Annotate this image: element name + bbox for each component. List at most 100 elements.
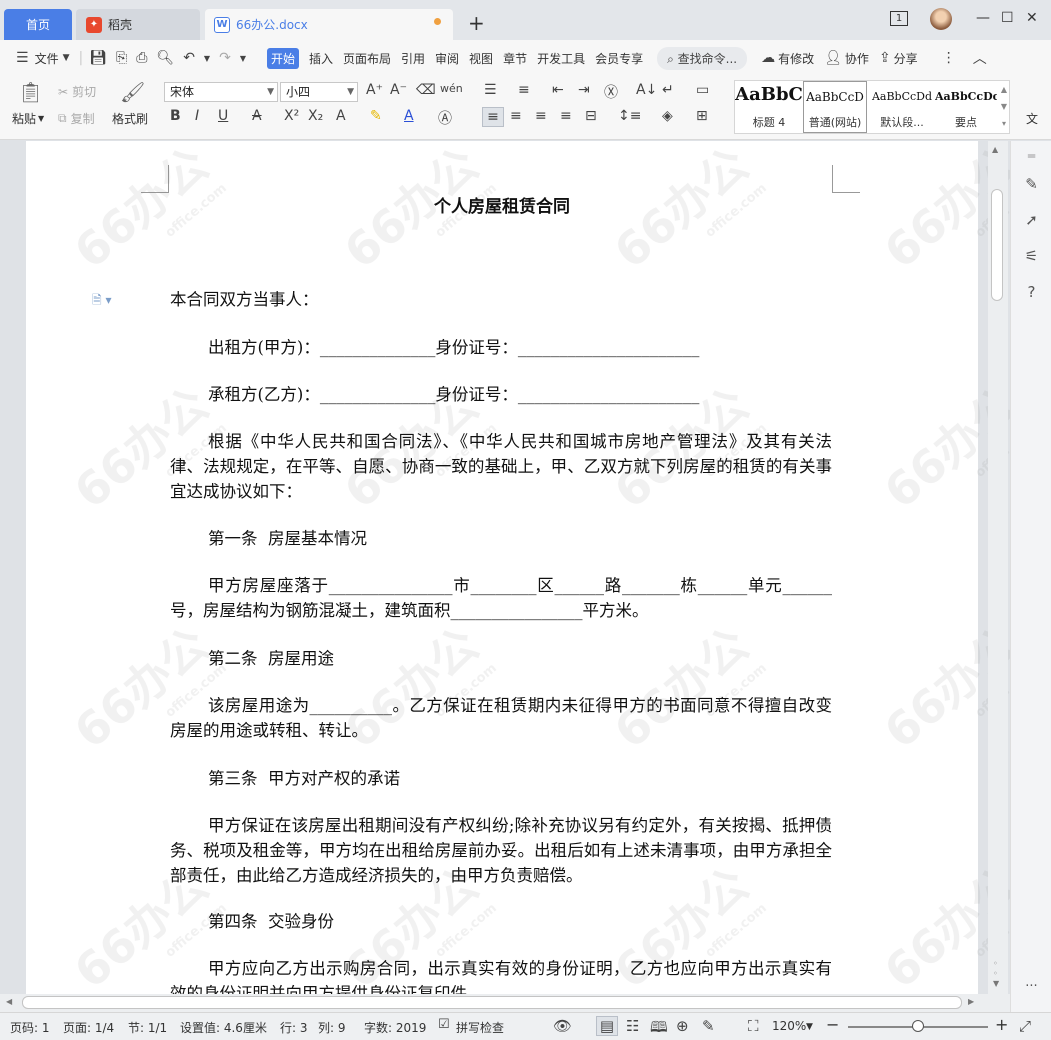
edit-pen-icon[interactable]: ✎	[1011, 175, 1051, 193]
chinese-layout-icon[interactable]: Ⓧ	[604, 82, 618, 102]
paragraph-menu-icon[interactable]: 🗎︎ ▾	[92, 291, 112, 312]
justify-icon[interactable]: ≡	[560, 108, 572, 124]
style-scroll[interactable]: ▲ ▼ ▾	[999, 81, 1009, 133]
tab-daoke[interactable]: ✦ 稻壳	[76, 9, 200, 40]
undo-icon[interactable]: ↶	[183, 50, 195, 66]
line-spacing-icon[interactable]: ↕≡	[618, 108, 641, 124]
shrink-font-icon[interactable]: A⁻	[390, 82, 407, 98]
horizontal-scrollbar[interactable]: ◀ ▶	[0, 994, 1010, 1012]
avatar[interactable]	[930, 8, 952, 30]
style-default-para[interactable]: AaBbCcDd 默认段...	[869, 81, 935, 133]
menu-file[interactable]: 文件	[35, 50, 59, 67]
save-icon[interactable]: 💾︎	[89, 50, 107, 66]
collapse-ribbon-icon[interactable]: ︿	[973, 48, 987, 68]
menu-insert[interactable]: 插入	[309, 50, 333, 67]
help-icon[interactable]: ?	[1011, 283, 1051, 301]
distribute-icon[interactable]: ⊟	[585, 108, 597, 124]
format-painter-button[interactable]: 格式刷	[112, 110, 148, 127]
menu-reference[interactable]: 引用	[401, 50, 425, 67]
print-preview-icon[interactable]: 🔍︎	[156, 50, 174, 66]
settings-sliders-icon[interactable]: ⚟	[1011, 247, 1051, 265]
status-word-count[interactable]: 字数: 2019	[364, 1019, 426, 1036]
subscript-icon[interactable]: X₂	[308, 108, 323, 124]
undo-dropdown-icon[interactable]: ▼	[204, 54, 210, 63]
menu-view[interactable]: 视图	[469, 50, 493, 67]
style-key-points[interactable]: AaBbCcDc 要点	[935, 81, 997, 133]
print-icon[interactable]: ⎙	[136, 50, 147, 66]
chevron-down-icon[interactable]: ▼	[63, 53, 70, 63]
menu-member[interactable]: 会员专享	[595, 50, 643, 67]
tab-home[interactable]: 首页	[4, 9, 72, 40]
minimize-icon[interactable]: —	[976, 10, 990, 26]
align-left-icon[interactable]: ≡	[482, 107, 504, 127]
page-nav-icon[interactable]: ◦ ◦ ▼	[993, 959, 999, 989]
style-heading-4[interactable]: AaBbC 标题 4	[735, 81, 803, 133]
cut-button[interactable]: ✂ 剪切	[58, 83, 96, 100]
window-count-badge[interactable]: 1	[890, 11, 908, 26]
write-view-icon[interactable]: ✎	[702, 1017, 715, 1035]
redo-icon[interactable]: ↷	[219, 50, 231, 66]
align-right-icon[interactable]: ≡	[535, 108, 547, 124]
vertical-scrollbar[interactable]: ▲ ◦ ◦ ▼	[988, 141, 1008, 994]
menu-page-layout[interactable]: 页面布局	[343, 50, 391, 67]
copy-button[interactable]: ⧉ 复制	[58, 110, 95, 127]
tab-document[interactable]: W 66办公.docx	[205, 9, 453, 40]
text-effect-icon[interactable]: A	[336, 108, 346, 124]
show-marks-icon[interactable]: ↵	[662, 82, 674, 98]
outline-view-icon[interactable]: ☷	[626, 1017, 639, 1035]
decrease-indent-icon[interactable]: ⇤	[552, 82, 564, 98]
has-changes-button[interactable]: 有修改	[778, 50, 814, 67]
paste-icon[interactable]: 📋︎	[18, 80, 43, 104]
font-name-select[interactable]: 宋体 ▼	[164, 82, 278, 102]
more-icon[interactable]: ···	[1011, 979, 1051, 994]
hamburger-icon[interactable]: ☰	[16, 50, 29, 66]
more-options-icon[interactable]: ⋮	[942, 50, 956, 66]
page-view-icon[interactable]: ▤	[596, 1016, 618, 1036]
table-lines-icon[interactable]: ▭	[696, 82, 709, 98]
export-icon[interactable]: ⎘	[116, 50, 127, 66]
font-size-select[interactable]: 小四 ▼	[280, 82, 358, 102]
grow-font-icon[interactable]: A⁺	[366, 82, 383, 98]
sort-icon[interactable]: A↓	[636, 82, 657, 98]
menu-developer[interactable]: 开发工具	[537, 50, 585, 67]
zoom-out-icon[interactable]: −	[826, 1015, 839, 1034]
zoom-slider-knob[interactable]	[912, 1020, 924, 1032]
status-page-number[interactable]: 页码: 1	[10, 1019, 50, 1036]
spell-check-button[interactable]: 拼写检查	[456, 1019, 504, 1036]
highlight-icon[interactable]: ✎	[370, 108, 382, 124]
collab-button[interactable]: 协作	[845, 50, 869, 67]
strikethrough-icon[interactable]: A	[252, 108, 262, 124]
horizontal-scroll-thumb[interactable]	[22, 996, 962, 1009]
fit-page-icon[interactable]: ⛶	[748, 1017, 759, 1035]
underline-icon[interactable]: U	[218, 108, 228, 124]
font-color-icon[interactable]: A	[404, 108, 414, 124]
more-dropdown-icon[interactable]: ▼	[240, 54, 246, 63]
paste-button[interactable]: 粘贴 ▼	[12, 110, 44, 127]
pinyin-icon[interactable]: wén	[440, 82, 463, 95]
align-center-icon[interactable]: ≡	[510, 108, 522, 124]
text-tools-button[interactable]: 文	[1026, 110, 1038, 127]
scroll-left-icon[interactable]: ◀	[6, 997, 12, 1006]
fullscreen-icon[interactable]: ⤢	[1019, 1017, 1031, 1035]
increase-indent-icon[interactable]: ⇥	[578, 82, 590, 98]
format-painter-icon[interactable]: 🖌︎	[120, 80, 145, 104]
maximize-icon[interactable]: ☐	[1001, 10, 1014, 26]
bullets-icon[interactable]: ☰	[484, 82, 497, 98]
zoom-in-icon[interactable]: +	[995, 1015, 1008, 1034]
char-border-icon[interactable]: Ⓐ	[438, 108, 452, 128]
scroll-up-icon[interactable]: ▲	[992, 145, 998, 154]
menu-review[interactable]: 审阅	[435, 50, 459, 67]
zoom-dropdown-icon[interactable]: ▼	[806, 1022, 813, 1032]
zoom-level[interactable]: 120%	[772, 1019, 806, 1033]
menu-start[interactable]: 开始	[266, 47, 299, 69]
superscript-icon[interactable]: X²	[284, 108, 299, 124]
scroll-right-icon[interactable]: ▶	[968, 997, 974, 1006]
clear-format-icon[interactable]: ⌫	[416, 82, 436, 98]
bold-icon[interactable]: B	[170, 108, 181, 124]
select-cursor-icon[interactable]: ➚	[1011, 211, 1051, 229]
menu-chapter[interactable]: 章节	[503, 50, 527, 67]
numbering-icon[interactable]: ≡	[518, 82, 530, 98]
vertical-scroll-thumb[interactable]	[991, 189, 1003, 301]
borders-icon[interactable]: ⊞	[696, 108, 708, 124]
shading-icon[interactable]: ◈	[662, 108, 673, 124]
